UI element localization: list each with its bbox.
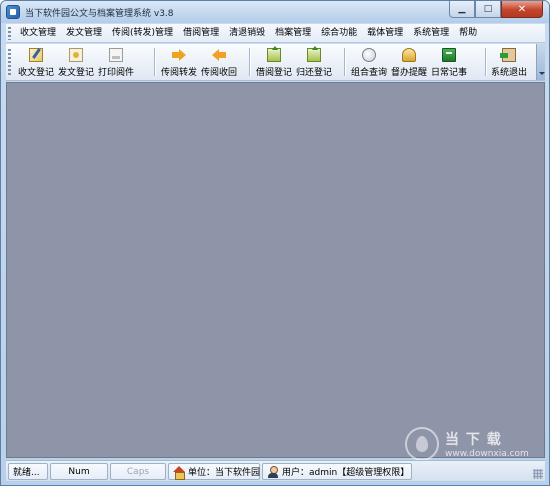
daily-notes-icon (442, 48, 457, 62)
window-title: 当下软件园公文与档案管理系统 v3.8 (25, 9, 174, 19)
daily-notes-button[interactable]: 日常记事 (429, 46, 469, 79)
mdi-client-area[interactable] (6, 82, 545, 458)
supervise-reminder-label: 督办提醒 (391, 68, 428, 78)
toolbar-separator (249, 48, 250, 76)
menu-clear-destroy[interactable]: 清退销毁 (224, 24, 270, 43)
forward-circulate-button[interactable]: 传阅转发 (159, 46, 199, 79)
print-document-label: 打印阅件 (98, 68, 135, 78)
menu-carrier-management[interactable]: 载体管理 (362, 24, 408, 43)
status-num: Num (50, 463, 108, 480)
menu-bar: 收文管理 发文管理 传阅(转发)管理 借阅管理 清退销毁 档案管理 综合功能 载… (6, 24, 545, 43)
toolbar-overflow-button[interactable] (536, 44, 545, 80)
status-user-panel: 用户：admin【超级管理权限】 (262, 463, 412, 480)
dispatch-register-button[interactable]: 发文登记 (56, 46, 96, 79)
print-document-button[interactable]: 打印阅件 (96, 46, 136, 79)
menu-system-management[interactable]: 系统管理 (408, 24, 454, 43)
toolbar-separator (344, 48, 345, 76)
maximize-button[interactable]: □ (475, 1, 501, 18)
menu-dispatch-management[interactable]: 发文管理 (61, 24, 107, 43)
menu-grip-handle[interactable] (8, 27, 11, 40)
status-bar: 就绪... Num Caps 单位：当下软件园 用户：admin【超级管理权限】 (6, 460, 545, 481)
supervise-reminder-button[interactable]: 督办提醒 (389, 46, 429, 79)
title-bar[interactable]: 当下软件园公文与档案管理系统 v3.8 ▁ □ ✕ (1, 1, 549, 23)
menu-receive-management[interactable]: 收文管理 (15, 24, 61, 43)
recall-circulate-button[interactable]: 传阅收回 (199, 46, 239, 79)
supervise-reminder-icon (402, 48, 417, 62)
return-register-icon (307, 46, 322, 62)
receive-register-button[interactable]: 收文登记 (16, 46, 56, 79)
recall-circulate-label: 传阅收回 (201, 68, 238, 78)
borrow-register-button[interactable]: 借阅登记 (254, 46, 294, 79)
toolbar-group-exit: 系统退出 (489, 46, 529, 79)
toolbar-group-documents: 收文登记 发文登记 打印阅件 (16, 46, 136, 79)
app-window: 当下软件园公文与档案管理系统 v3.8 ▁ □ ✕ 收文管理 发文管理 传阅(转… (0, 0, 550, 486)
borrow-register-label: 借阅登记 (256, 68, 293, 78)
status-unit-panel: 单位：当下软件园 (168, 463, 260, 480)
menu-archive-management[interactable]: 档案管理 (270, 24, 316, 43)
combined-query-button[interactable]: 组合查询 (349, 46, 389, 79)
daily-notes-label: 日常记事 (431, 68, 468, 78)
app-icon[interactable] (6, 5, 20, 19)
house-icon (173, 465, 185, 480)
resize-grip[interactable] (533, 469, 543, 479)
minimize-button[interactable]: ▁ (449, 1, 475, 18)
dispatch-register-label: 发文登记 (58, 68, 95, 78)
menu-items: 收文管理 发文管理 传阅(转发)管理 借阅管理 清退销毁 档案管理 综合功能 载… (15, 24, 482, 43)
receive-register-label: 收文登记 (18, 68, 55, 78)
dispatch-register-icon (69, 48, 84, 62)
borrow-register-icon (267, 46, 281, 62)
forward-circulate-label: 传阅转发 (161, 68, 198, 78)
status-user: 用户：admin【超级管理权限】 (282, 468, 410, 478)
window-controls: ▁ □ ✕ (449, 1, 543, 19)
toolbar-group-borrow: 借阅登记 归还登记 (254, 46, 334, 79)
toolbar-separator (154, 48, 155, 76)
return-register-label: 归还登记 (296, 68, 333, 78)
status-unit: 单位：当下软件园 (188, 468, 261, 478)
system-exit-button[interactable]: 系统退出 (489, 46, 529, 79)
toolbar-group-circulation: 传阅转发 传阅收回 (159, 46, 239, 79)
toolbar-grip-handle[interactable] (8, 49, 11, 75)
menu-circulation-management[interactable]: 传阅(转发)管理 (107, 24, 178, 43)
combined-query-label: 组合查询 (351, 68, 388, 78)
print-document-icon (109, 48, 124, 62)
receive-register-icon (29, 48, 43, 62)
user-icon (267, 465, 279, 478)
status-ready: 就绪... (8, 463, 48, 480)
status-caps: Caps (110, 463, 166, 480)
recall-arrow-icon (212, 48, 227, 62)
return-register-button[interactable]: 归还登记 (294, 46, 334, 79)
system-exit-icon (500, 48, 516, 62)
toolbar: 收文登记 发文登记 打印阅件 传阅转发 传阅收回 借阅登记 归还登记 组合查询 … (6, 44, 545, 81)
menu-borrow-management[interactable]: 借阅管理 (178, 24, 224, 43)
forward-arrow-icon (172, 48, 186, 62)
menu-integrated-functions[interactable]: 综合功能 (316, 24, 362, 43)
combined-query-icon (362, 48, 376, 62)
menu-help[interactable]: 帮助 (454, 24, 482, 43)
close-button[interactable]: ✕ (501, 1, 543, 18)
system-exit-label: 系统退出 (491, 68, 528, 78)
toolbar-group-tools: 组合查询 督办提醒 日常记事 (349, 46, 469, 79)
toolbar-separator (485, 48, 486, 76)
